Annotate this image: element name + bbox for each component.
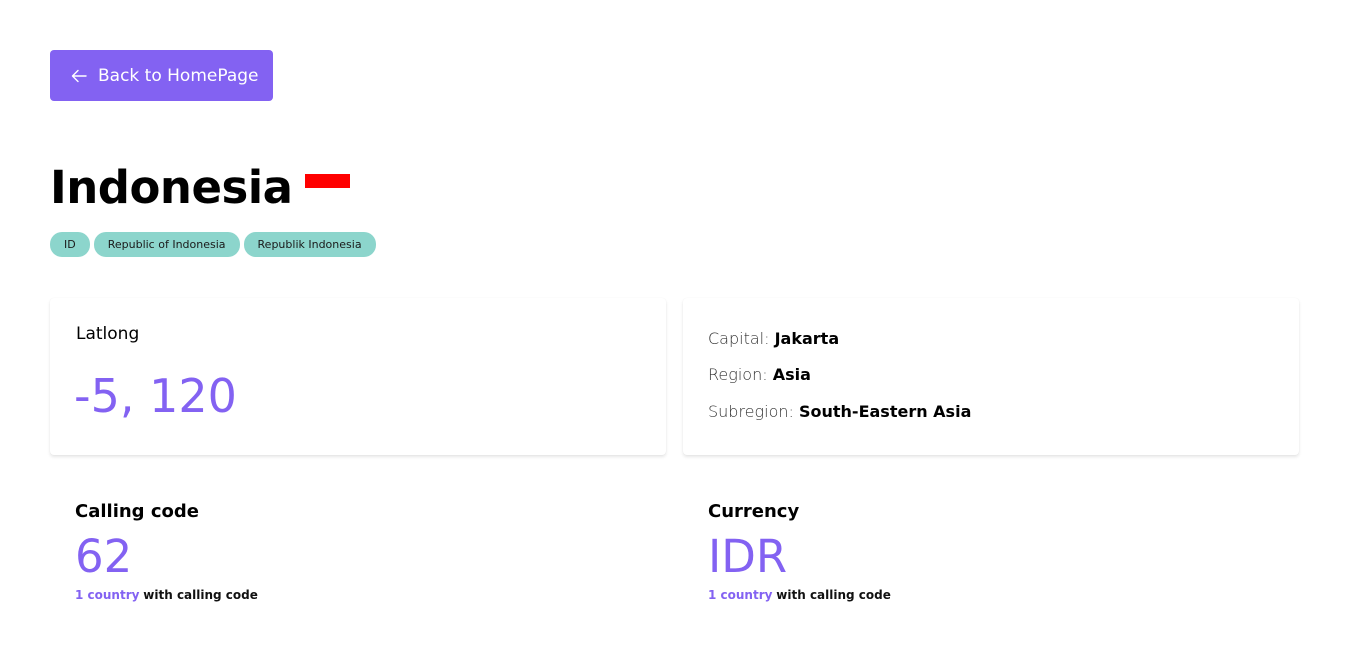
country-tags: ID Republic of Indonesia Republik Indone… xyxy=(50,232,376,257)
currency-note-text: with calling code xyxy=(776,588,891,602)
latlong-card: Latlong -5, 120 xyxy=(50,298,666,455)
page-title: Indonesia xyxy=(50,161,293,214)
calling-code-country-link[interactable]: 1 country xyxy=(75,588,139,602)
tag-code: ID xyxy=(50,232,90,257)
calling-code-section: Calling code 62 1 country with calling c… xyxy=(75,500,258,602)
calling-code-title: Calling code xyxy=(75,501,199,522)
info-card: Capital: Jakarta Region: Asia Subregion:… xyxy=(683,298,1299,455)
calling-code-note-text: with calling code xyxy=(143,588,258,602)
subregion-label: Subregion: xyxy=(708,402,794,421)
currency-title: Currency xyxy=(708,501,800,522)
tag-native-name: Republik Indonesia xyxy=(243,232,376,257)
region-label: Region: xyxy=(708,365,768,384)
latlong-label: Latlong xyxy=(76,324,140,344)
country-detail-page: Back to HomePage Indonesia ID Republic o… xyxy=(0,0,1349,667)
tag-official-name: Republic of Indonesia xyxy=(93,232,240,257)
calling-code-note: 1 country with calling code xyxy=(75,588,258,602)
currency-section: Currency IDR 1 country with calling code xyxy=(708,500,891,602)
subregion-line: Subregion: South-Eastern Asia xyxy=(708,402,971,421)
capital-label: Capital: xyxy=(708,329,770,348)
currency-country-link[interactable]: 1 country xyxy=(708,588,772,602)
capital-value: Jakarta xyxy=(774,329,840,348)
back-to-homepage-button[interactable]: Back to HomePage xyxy=(50,50,273,101)
currency-value: IDR xyxy=(708,530,788,583)
currency-note: 1 country with calling code xyxy=(708,588,891,602)
title-row: Indonesia xyxy=(50,158,350,218)
latlong-value: -5, 120 xyxy=(74,369,237,423)
calling-code-value: 62 xyxy=(75,530,133,583)
capital-line: Capital: Jakarta xyxy=(708,329,839,348)
region-value: Asia xyxy=(772,365,811,384)
back-button-label: Back to HomePage xyxy=(98,65,259,86)
subregion-value: South-Eastern Asia xyxy=(798,402,972,421)
flag-icon xyxy=(304,174,350,188)
region-line: Region: Asia xyxy=(708,365,811,384)
arrow-left-icon xyxy=(70,67,88,85)
